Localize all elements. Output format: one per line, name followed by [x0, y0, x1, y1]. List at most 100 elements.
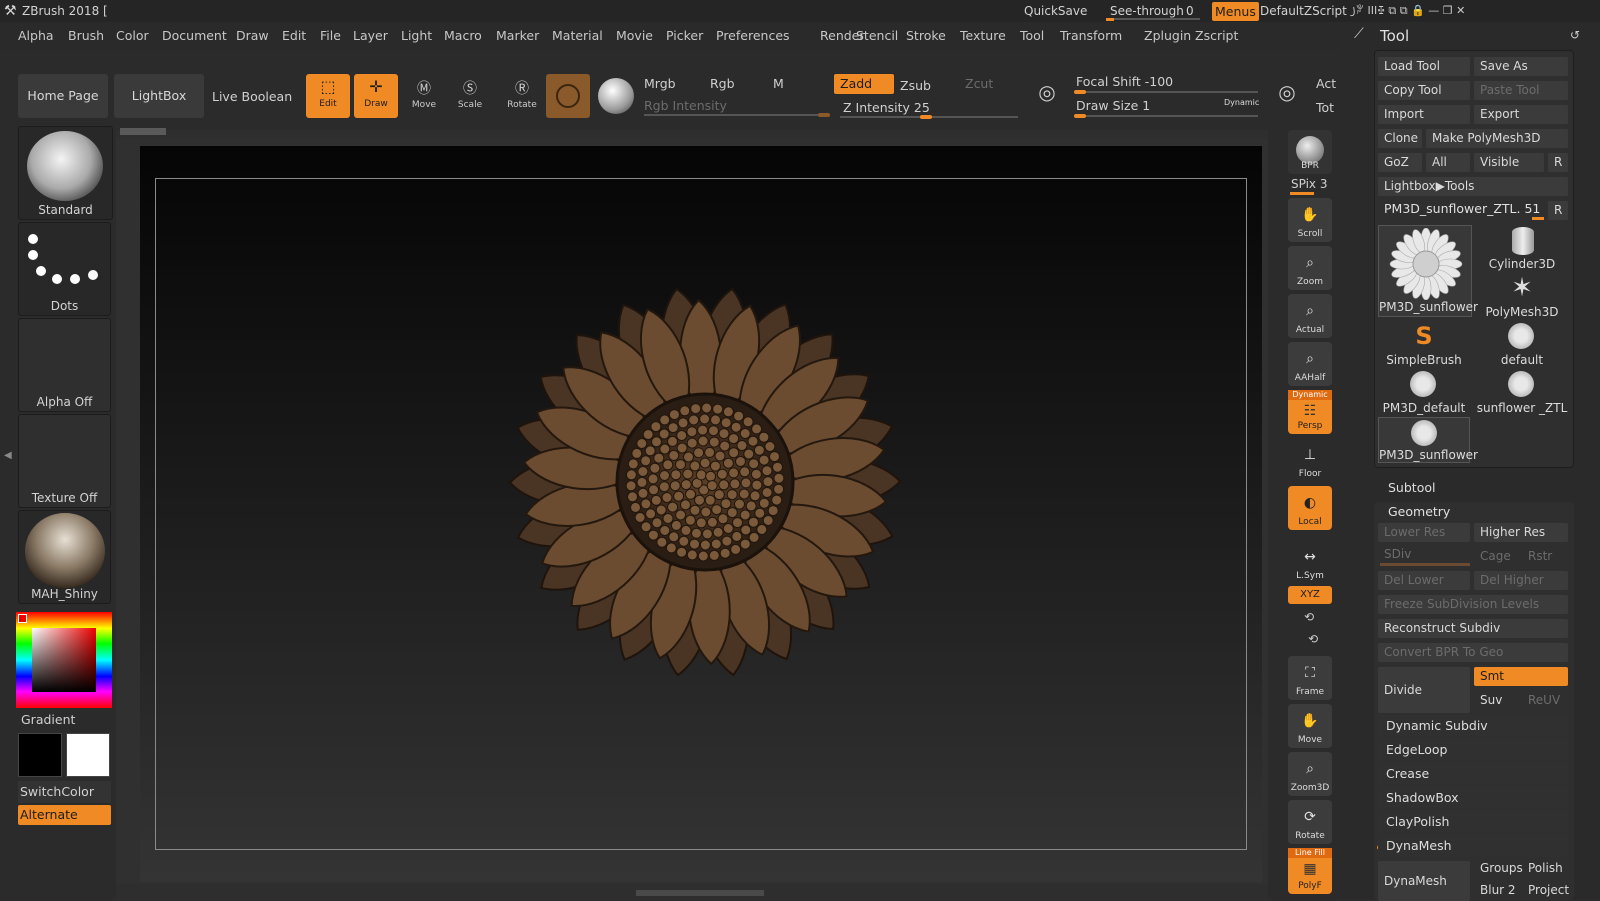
tool-thumb-active[interactable]: PM3D_sunflower [1378, 225, 1478, 317]
save-as-button[interactable]: Save As [1474, 57, 1568, 76]
material-picker[interactable]: MAH_Shiny [18, 510, 111, 604]
menu-light[interactable]: Light [401, 28, 432, 43]
menu-edit[interactable]: Edit [282, 28, 306, 43]
load-tool-button[interactable]: Load Tool [1378, 57, 1470, 76]
tool-thumb-default[interactable]: default [1476, 321, 1568, 367]
higher-res-button[interactable]: Higher Res [1474, 523, 1568, 542]
menu-color[interactable]: Color [116, 28, 149, 43]
menu-macro[interactable]: Macro [444, 28, 482, 43]
menu-marker[interactable]: Marker [496, 28, 539, 43]
current-tool-knob[interactable] [1532, 217, 1544, 220]
material-swatch-button[interactable] [546, 74, 590, 118]
project-toggle[interactable]: Project [1522, 881, 1569, 900]
focal-shift-toggle[interactable]: ◎ [1030, 80, 1064, 114]
canvas-scrollbar[interactable] [120, 128, 166, 135]
focal-shift-track[interactable] [1074, 91, 1258, 93]
spix-knob[interactable] [1290, 192, 1314, 195]
zsub-button[interactable]: Zsub [900, 78, 931, 93]
bpr-button[interactable]: BPR [1288, 130, 1332, 174]
switch-color-button[interactable]: SwitchColor [18, 781, 111, 803]
freeze-subdiv-button[interactable]: Freeze SubDivision Levels [1378, 595, 1568, 614]
tool-thumb-pm3d-sunflower[interactable]: PM3D_sunflower [1378, 417, 1478, 463]
tool-palette-title[interactable]: Tool [1380, 27, 1409, 45]
groups-toggle[interactable]: Groups [1474, 859, 1523, 878]
layout-icons[interactable]: ꠸ꐕ ꓲꓲꓲꔀ ⧉ ⧉ 🔒 — ❐ ✕ [1352, 0, 1465, 22]
palette-reset-icon[interactable]: ↺ [1570, 28, 1580, 42]
floor-button[interactable]: ⊥ Floor [1288, 438, 1332, 482]
xyz-button[interactable]: XYZ [1288, 586, 1332, 604]
dynamic-toggle[interactable]: Dynamic [1224, 98, 1259, 107]
alpha-picker[interactable]: Alpha Off [18, 318, 111, 412]
material-sphere-button[interactable] [598, 78, 634, 114]
draw-size-track[interactable] [1074, 115, 1258, 117]
rotate-y-icon[interactable]: ⟲ [1304, 610, 1314, 624]
aahalf-button[interactable]: ⌕ AAHalf [1288, 342, 1332, 386]
paste-tool-button[interactable]: Paste Tool [1474, 81, 1568, 100]
menu-material[interactable]: Material [552, 28, 603, 43]
local-button[interactable]: ◐ Local [1288, 486, 1332, 530]
zadd-button[interactable]: Zadd [834, 74, 894, 94]
tool-thumb-pm3d-default[interactable]: PM3D_default [1378, 369, 1470, 415]
alternate-button[interactable]: Alternate [18, 805, 111, 825]
default-zscript[interactable]: DefaultZScript [1260, 0, 1347, 22]
reconstruct-subdiv-button[interactable]: Reconstruct Subdiv [1378, 619, 1568, 638]
crease-section[interactable]: Crease [1378, 763, 1568, 785]
menu-stencil[interactable]: Stencil [856, 28, 898, 43]
export-button[interactable]: Export [1474, 105, 1568, 124]
focal-shift-slider[interactable]: Focal Shift -100 [1076, 74, 1173, 89]
z-intensity-slider[interactable]: Z Intensity 25 [843, 100, 930, 115]
lower-res-button[interactable]: Lower Res [1378, 523, 1470, 542]
rgb-intensity-slider[interactable]: Rgb Intensity [644, 98, 727, 113]
live-boolean-button[interactable]: Live Boolean [212, 89, 292, 104]
rgb-intensity-knob[interactable] [818, 113, 830, 117]
draw-button[interactable]: ✛ Draw [354, 74, 398, 118]
current-tool-r-button[interactable]: R [1548, 201, 1568, 220]
menu-brush[interactable]: Brush [68, 28, 104, 43]
menu-texture[interactable]: Texture [960, 28, 1006, 43]
make-polymesh-button[interactable]: Make PolyMesh3D [1426, 129, 1568, 148]
zoom3d-button[interactable]: ⌕ Zoom3D [1288, 752, 1332, 796]
goz-all-button[interactable]: All [1426, 153, 1470, 172]
menu-zplugin[interactable]: Zplugin [1144, 28, 1191, 43]
sdiv-slider[interactable]: SDiv [1384, 547, 1411, 561]
lightbox-button[interactable]: LightBox [114, 74, 204, 118]
suv-toggle[interactable]: Suv [1474, 691, 1520, 710]
scroll-button[interactable]: ✋ Scroll [1288, 198, 1332, 242]
frame-button[interactable]: ⛶ Frame [1288, 656, 1332, 700]
rotate3d-button[interactable]: ⟳ Rotate [1288, 800, 1332, 844]
home-page-button[interactable]: Home Page [18, 74, 108, 118]
secondary-color-swatch[interactable] [66, 733, 110, 777]
bottom-tray-handle[interactable] [636, 890, 764, 896]
rgb-button[interactable]: Rgb [710, 76, 735, 91]
zcut-button[interactable]: Zcut [965, 76, 993, 91]
claypolish-section[interactable]: ClayPolish [1378, 811, 1568, 833]
sdiv-track[interactable] [1380, 563, 1470, 566]
menu-alpha[interactable]: Alpha [18, 28, 54, 43]
m-button[interactable]: M [773, 76, 784, 91]
tool-thumb-cylinder[interactable]: Cylinder3D [1476, 225, 1568, 271]
stroke-picker[interactable]: Dots [18, 222, 111, 316]
menu-preferences[interactable]: Preferences [716, 28, 790, 43]
move3d-button[interactable]: ✋ Move [1288, 704, 1332, 748]
goz-r-button[interactable]: R [1548, 153, 1568, 172]
current-tool-slider[interactable]: PM3D_sunflower_ZTL. 51 [1384, 201, 1540, 216]
rotate-button[interactable]: Ⓡ Rotate [500, 78, 544, 118]
lightbox-tools-button[interactable]: Lightbox▶Tools [1378, 177, 1568, 196]
gradient-label[interactable]: Gradient [21, 712, 75, 727]
polyf-button[interactable]: Line Fill ▦ PolyF [1288, 848, 1332, 894]
del-higher-button[interactable]: Del Higher [1474, 571, 1568, 590]
blur-slider[interactable]: Blur 2 [1474, 881, 1522, 900]
left-tray-collapse-handle[interactable]: ◀ [4, 450, 12, 461]
edit-button[interactable]: ⬚ Edit [306, 74, 350, 118]
geometry-header[interactable]: Geometry [1388, 504, 1450, 519]
quicksave-button[interactable]: QuickSave [1024, 0, 1087, 22]
menu-picker[interactable]: Picker [666, 28, 703, 43]
tool-thumb-simplebrush[interactable]: S SimpleBrush [1378, 321, 1470, 367]
menu-transform[interactable]: Transform [1060, 28, 1122, 43]
lsym-button[interactable]: ↔ L.Sym [1288, 540, 1332, 584]
dynamesh-button[interactable]: DynaMesh [1378, 861, 1470, 901]
document-canvas[interactable] [140, 146, 1262, 882]
main-color-swatch[interactable] [18, 733, 62, 777]
color-sv-square[interactable] [32, 628, 96, 692]
spix-slider[interactable]: SPix 3 [1291, 177, 1327, 191]
